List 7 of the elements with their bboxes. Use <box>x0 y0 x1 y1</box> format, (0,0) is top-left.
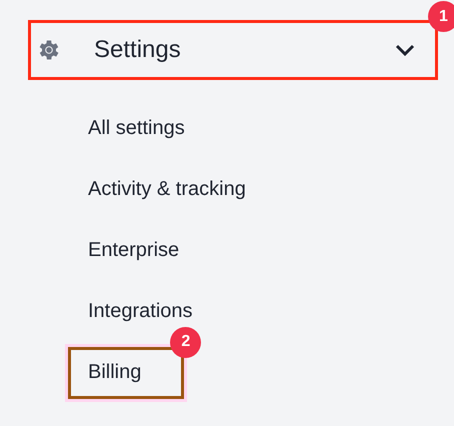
step-badge: 1 <box>428 1 454 32</box>
menu-link[interactable]: All settings <box>68 102 228 154</box>
chevron-icon <box>395 44 415 56</box>
settings-header[interactable]: Settings <box>28 20 438 80</box>
menu-link[interactable]: Enterprise <box>68 224 222 276</box>
step-badge: 2 <box>170 326 202 358</box>
menu-link[interactable]: Activity & tracking <box>68 164 289 216</box>
